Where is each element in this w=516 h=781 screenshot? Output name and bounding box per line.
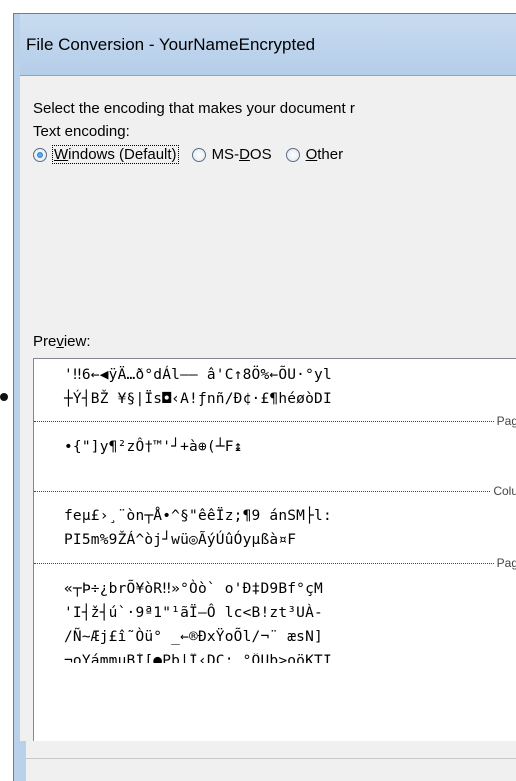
- preview-line-clipped: ¬oYámmuBÍ[●Pb|Î‹DC: °ÔUb>oöKTI: [64, 653, 332, 663]
- radio-label-other[interactable]: Other: [306, 146, 344, 163]
- page-break-marker: Pag: [34, 414, 516, 428]
- column-break-label: Colu: [491, 484, 516, 498]
- encoding-option-msdos[interactable]: MS-DOS: [191, 146, 272, 163]
- page-break-marker: Pag: [34, 556, 516, 570]
- footer-divider: [26, 758, 516, 759]
- encoding-option-other[interactable]: Other: [285, 146, 344, 163]
- window-title: File Conversion - YourNameEncrypted: [26, 34, 316, 54]
- dialog-client-area: Select the encoding that makes your docu…: [20, 75, 516, 743]
- preview-line: «┬Þ÷¿brÕ¥òR‼»°Òò` o'Ð‡D9Bf°çM: [64, 581, 323, 597]
- radio-label-windows[interactable]: Windows (Default): [52, 145, 179, 164]
- text-encoding-label: Text encoding:: [33, 123, 130, 140]
- preview-line: 'I┤ž┤ú`·9ª1"¹ãÏ—Ô lc<B!zt³UÀ-: [64, 605, 323, 621]
- preview-line: PI5m%9ŽÁ^òj┘wü◎ÃýÚûÓyμßà¤F: [64, 532, 297, 548]
- instruction-text: Select the encoding that makes your docu…: [33, 100, 355, 117]
- title-bar[interactable]: File Conversion - YourNameEncrypted: [20, 14, 516, 75]
- preview-label: Preview:: [33, 333, 91, 350]
- encoding-radio-group: Windows (Default) MS-DOS Other: [33, 145, 357, 164]
- preview-line: •{"]y¶²zÔ†™'┘+à⊕(┴F↨: [64, 439, 243, 455]
- page-break-label: Pag: [494, 414, 516, 428]
- page-break-label: Pag: [494, 556, 516, 570]
- column-break-marker: Colu: [34, 484, 516, 498]
- radio-msdos[interactable]: [191, 147, 206, 162]
- preview-line: '‼6←◀ÿÄ…ð°dÁl—— â'C↑8Ö%←ÕU·°yl: [64, 367, 332, 383]
- left-edge-bullet: [0, 393, 8, 401]
- file-conversion-dialog: File Conversion - YourNameEncrypted Sele…: [13, 13, 516, 781]
- preview-line: /Ñ~Æj£î˜Òü° _←®ÐxŸoÕl/¬¨ æsN]: [64, 629, 323, 645]
- preview-pane[interactable]: '‼6←◀ÿÄ…ð°dÁl—— â'C↑8Ö%←ÕU·°yl ┼Ý┤BŽ ¥§|…: [33, 358, 516, 743]
- radio-other[interactable]: [285, 147, 300, 162]
- encoding-option-windows[interactable]: Windows (Default): [33, 145, 179, 164]
- radio-windows[interactable]: [33, 147, 47, 162]
- preview-line: ┼Ý┤BŽ ¥§|Ïs◘‹A!ƒnñ/Ð¢·£¶héøòDI: [64, 391, 332, 407]
- dialog-footer: [26, 741, 516, 781]
- preview-line: feμ£›¸¨òn┬Å•^§"êêÏz;¶9 ánSM├l:: [64, 508, 332, 524]
- radio-label-msdos[interactable]: MS-DOS: [212, 146, 272, 163]
